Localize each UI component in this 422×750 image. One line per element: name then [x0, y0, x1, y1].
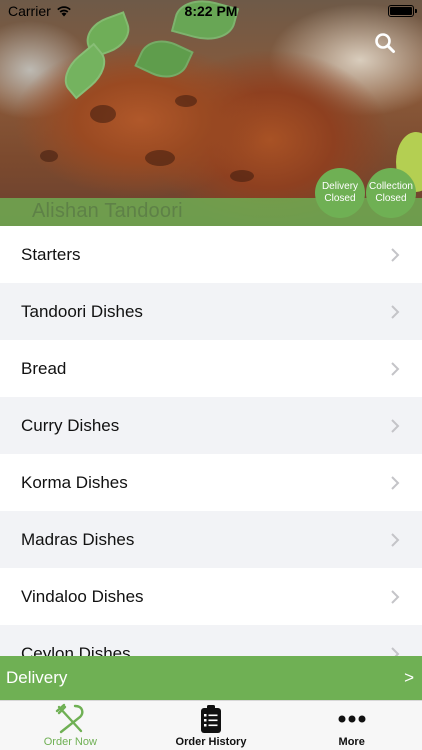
collection-badge-line1: Collection: [369, 181, 413, 192]
battery-level: [390, 7, 412, 15]
fork-knife-icon: [56, 703, 84, 734]
menu-item-label: Vindaloo Dishes: [21, 586, 144, 606]
app-screen: Carrier 8:22 PM Alishan Tandoori Deliver…: [0, 0, 422, 750]
menu-item-label: Starters: [21, 244, 81, 264]
tab-more-label: More: [338, 736, 365, 748]
collection-status-badge: Collection Closed: [366, 168, 416, 218]
status-bar: Carrier 8:22 PM: [0, 0, 422, 22]
chevron-right-icon: [391, 418, 400, 433]
tab-bar: Order Now Order History More: [0, 700, 422, 750]
tab-order-history[interactable]: Order History: [141, 701, 282, 750]
collection-badge-line2: Closed: [375, 193, 407, 204]
menu-item-label: Tandoori Dishes: [21, 301, 143, 321]
chevron-right-icon: [391, 361, 400, 376]
delivery-badge-line1: Delivery: [321, 181, 359, 192]
restaurant-name: Alishan Tandoori: [32, 200, 183, 222]
menu-item-label: Curry Dishes: [21, 415, 120, 435]
tab-order-now-label: Order Now: [43, 736, 97, 748]
menu-item-starters[interactable]: Starters: [0, 226, 422, 283]
battery-icon: [388, 5, 417, 17]
more-dots-icon: [338, 715, 366, 723]
menu-item-korma-dishes[interactable]: Korma Dishes: [0, 454, 422, 511]
chevron-right-icon: [391, 304, 400, 319]
menu-category-list: Starters Tandoori Dishes Bread Curry Dis…: [0, 226, 422, 656]
menu-item-label: Bread: [21, 358, 67, 378]
menu-item-tandoori-dishes[interactable]: Tandoori Dishes: [0, 283, 422, 340]
menu-item-label: Madras Dishes: [21, 529, 135, 549]
wifi-icon: [56, 6, 71, 17]
tab-more[interactable]: More: [281, 701, 422, 750]
menu-item-curry-dishes[interactable]: Curry Dishes: [0, 397, 422, 454]
menu-item-vindaloo-dishes[interactable]: Vindaloo Dishes: [0, 568, 422, 625]
chevron-right-icon: [391, 247, 400, 262]
clipboard-list-icon: [201, 705, 221, 733]
menu-item-label: Ceylon Dishes: [21, 643, 131, 657]
menu-item-label: Korma Dishes: [21, 472, 128, 492]
search-icon: [375, 33, 395, 53]
search-button[interactable]: [372, 30, 398, 56]
chevron-right-icon: [391, 532, 400, 547]
chevron-right-icon: [391, 475, 400, 490]
menu-item-ceylon-dishes[interactable]: Ceylon Dishes: [0, 625, 422, 656]
menu-item-bread[interactable]: Bread: [0, 340, 422, 397]
chevron-right-icon: [391, 589, 400, 604]
chevron-right-icon: [391, 646, 400, 656]
menu-item-madras-dishes[interactable]: Madras Dishes: [0, 511, 422, 568]
delivery-arrow: >: [404, 668, 414, 687]
tab-order-now[interactable]: Order Now: [0, 701, 141, 750]
delivery-mode-label: Delivery: [6, 668, 68, 687]
tab-order-history-label: Order History: [175, 736, 247, 748]
delivery-status-badge: Delivery Closed: [315, 168, 365, 218]
delivery-badge-line2: Closed: [324, 193, 356, 204]
delivery-mode-bar[interactable]: Delivery >: [0, 656, 422, 700]
carrier-signal: Carrier: [8, 3, 72, 19]
carrier-label: Carrier: [8, 3, 51, 19]
